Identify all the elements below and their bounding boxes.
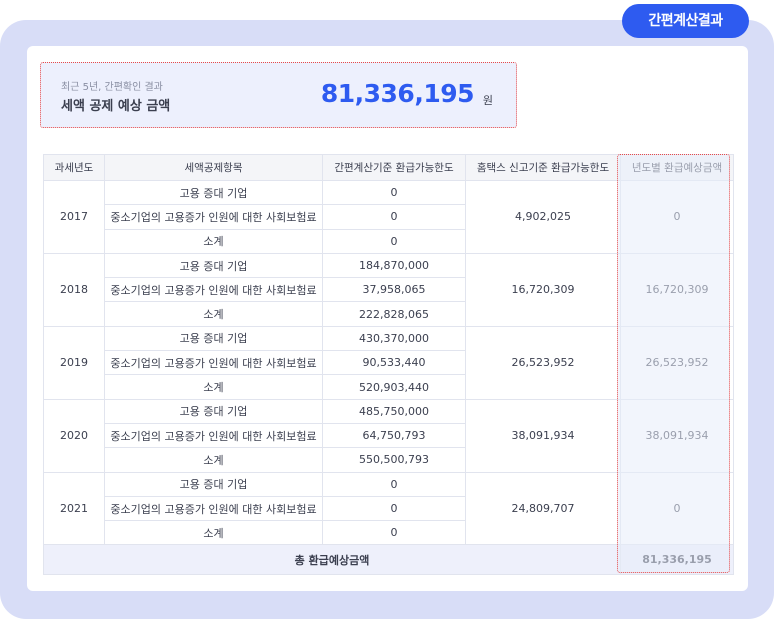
simple-limit-cell: 222,828,065	[322, 301, 466, 327]
simple-limit-cell: 430,370,000	[322, 325, 466, 352]
simple-limit-cell: 90,533,440	[322, 350, 466, 376]
year-cell: 2019	[43, 325, 105, 400]
year-cell: 2020	[43, 398, 105, 473]
item-label-cell: 소계	[104, 301, 323, 327]
result-table: 과세년도 세액공제항목 간편계산기준 환급가능한도 홈택스 신고기준 환급가능한…	[43, 154, 734, 576]
simple-limit-cell: 0	[322, 204, 466, 230]
year-cell: 2017	[43, 180, 105, 254]
item-label-cell: 중소기업의 고용증가 인원에 대한 사회보험료	[104, 204, 323, 230]
yearly-refund-cell: 0	[620, 471, 734, 546]
total-label: 총 환급예상금액	[43, 544, 621, 576]
hometax-limit-cell: 26,523,952	[465, 325, 621, 400]
header-year: 과세년도	[43, 154, 105, 181]
item-label-cell: 소계	[104, 520, 323, 546]
table-row: 2017 고용 증대 기업 0 4,902,025 0	[43, 179, 734, 254]
hometax-limit-cell: 24,809,707	[465, 471, 621, 546]
item-label-cell: 중소기업의 고용증가 인원에 대한 사회보험료	[104, 495, 323, 522]
item-label-cell: 고용 증대 기업	[104, 471, 323, 497]
item-label-cell: 중소기업의 고용증가 인원에 대한 사회보험료	[104, 277, 323, 303]
simple-limit-cell: 37,958,065	[322, 277, 466, 303]
summary-title: 세액 공제 예상 금액	[61, 99, 171, 114]
hometax-limit-cell: 38,091,934	[465, 398, 621, 473]
year-cell: 2018	[43, 252, 105, 327]
simple-limit-cell: 0	[322, 471, 466, 497]
header-simple-limit: 간편계산기준 환급가능한도	[322, 154, 466, 181]
simple-limit-cell: 184,870,000	[322, 252, 466, 279]
item-label-cell: 고용 증대 기업	[104, 179, 323, 206]
table-row: 2019 고용 증대 기업 430,370,000 26,523,952 26,523,…	[43, 325, 734, 400]
item-label-cell: 소계	[104, 447, 323, 473]
simple-limit-cell: 0	[322, 495, 466, 522]
yearly-refund-cell: 16,720,309	[620, 252, 734, 327]
total-value: 81,336,195	[620, 544, 734, 576]
table-row: 2020 고용 증대 기업 485,750,000 38,091,934 38,091,…	[43, 398, 734, 473]
simple-limit-cell: 0	[322, 228, 466, 254]
hometax-limit-cell: 4,902,025	[465, 180, 621, 254]
header-yearly-refund: 년도별 환급예상금액	[620, 154, 734, 181]
yearly-refund-cell: 0	[620, 180, 734, 254]
header-item: 세액공제항목	[104, 154, 323, 181]
summary-unit: 원	[482, 94, 493, 107]
year-cell: 2021	[43, 471, 105, 546]
table-header-row: 과세년도 세액공제항목 간편계산기준 환급가능한도 홈택스 신고기준 환급가능한…	[43, 154, 734, 181]
item-label-cell: 고용 증대 기업	[104, 252, 323, 279]
simple-limit-cell: 0	[322, 179, 466, 206]
simple-limit-cell: 64,750,793	[322, 422, 466, 449]
summary-amount: 81,336,195	[320, 79, 475, 108]
simple-limit-cell: 485,750,000	[322, 398, 466, 424]
yearly-refund-cell: 26,523,952	[620, 325, 734, 400]
table-row: 2021 고용 증대 기업 0 24,809,707 0	[43, 471, 734, 546]
summary-box: 최근 5년, 간편확인 결과 세액 공제 예상 금액 81,336,195 원	[40, 62, 517, 128]
summary-subtitle: 최근 5년, 간편확인 결과	[61, 82, 163, 93]
table-row: 2018 고용 증대 기업 184,870,000 16,720,309 16,720,…	[43, 252, 734, 327]
yearly-refund-cell: 38,091,934	[620, 398, 734, 473]
item-label-cell: 중소기업의 고용증가 인원에 대한 사회보험료	[104, 422, 323, 449]
item-label-cell: 소계	[104, 374, 323, 400]
item-label-cell: 고용 증대 기업	[104, 325, 323, 352]
item-label-cell: 소계	[104, 228, 323, 254]
total-row: 총 환급예상금액 81,336,195	[43, 544, 734, 576]
header-hometax-limit: 홈택스 신고기준 환급가능한도	[465, 154, 621, 181]
result-card: 최근 5년, 간편확인 결과 세액 공제 예상 금액 81,336,195 원 …	[27, 46, 748, 591]
simple-limit-cell: 550,500,793	[322, 447, 466, 473]
item-label-cell: 고용 증대 기업	[104, 398, 323, 424]
simple-limit-cell: 0	[322, 520, 466, 546]
item-label-cell: 중소기업의 고용증가 인원에 대한 사회보험료	[104, 350, 323, 376]
hometax-limit-cell: 16,720,309	[465, 252, 621, 327]
simple-limit-cell: 520,903,440	[322, 374, 466, 400]
result-badge: 간편계산결과	[622, 4, 749, 38]
